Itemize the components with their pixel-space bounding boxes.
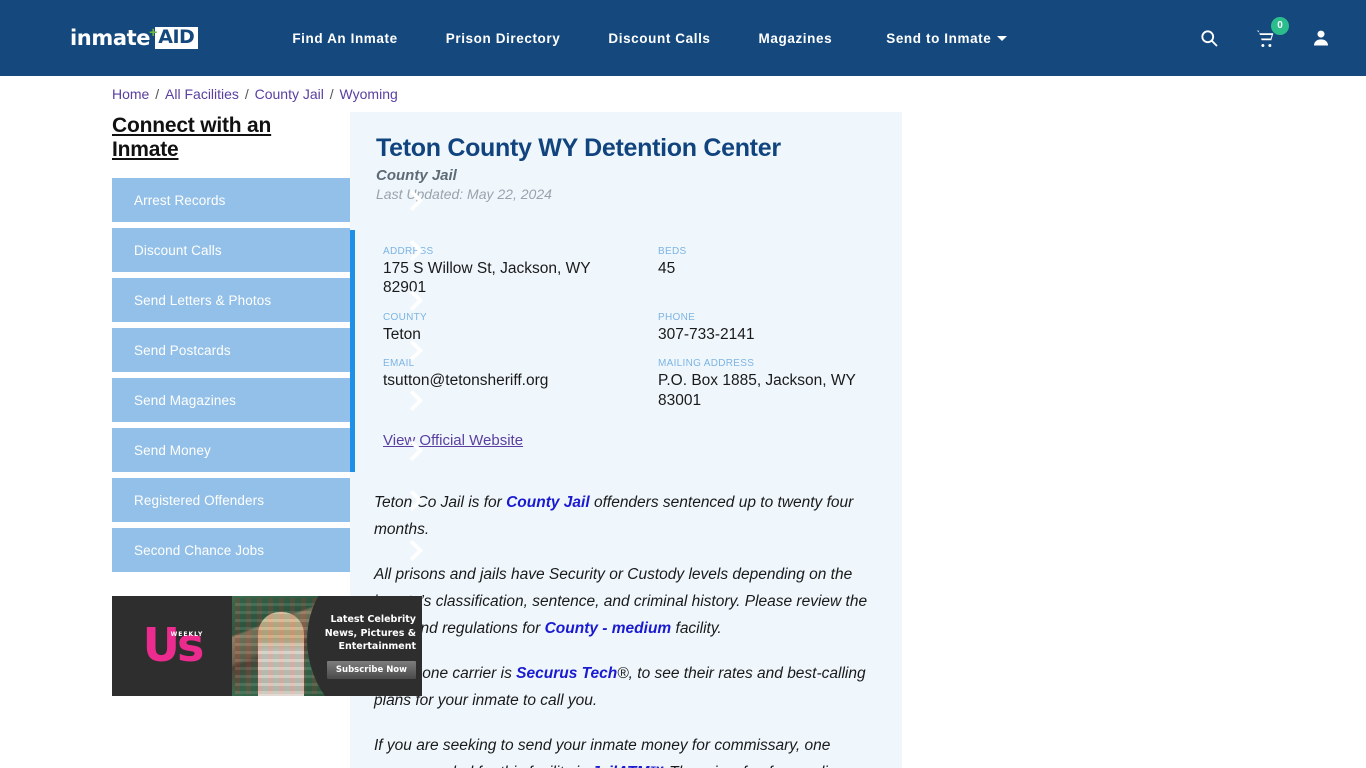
facility-info-grid: ADDRESS 175 S Willow St, Jackson, WY 829… — [383, 246, 876, 410]
desc-registered-mark: ® — [617, 665, 629, 683]
ad-brand-name: Us WEEKLY — [142, 618, 205, 673]
facility-last-updated: Last Updated: May 22, 2024 — [376, 186, 552, 202]
advertisement-banner[interactable]: Us WEEKLY Latest Celebrity News, Pictures… — [112, 596, 422, 696]
ad-headline: Latest Celebrity News, Pictures & Entert… — [324, 613, 416, 653]
info-field-address: ADDRESS 175 S Willow St, Jackson, WY 829… — [383, 246, 658, 298]
ad-subscribe-button[interactable]: Subscribe Now — [326, 661, 416, 680]
nav-prison-directory[interactable]: Prison Directory — [422, 31, 585, 46]
cart-count-badge: 0 — [1271, 17, 1289, 35]
info-field-mailing-address: MAILING ADDRESS P.O. Box 1885, Jackson, … — [658, 358, 876, 410]
nav-magazines[interactable]: Magazines — [735, 31, 857, 46]
desc-highlight-county-jail: County Jail — [506, 493, 590, 511]
nav-label: Find An Inmate — [292, 30, 398, 46]
nav-label: Discount Calls — [608, 30, 711, 46]
info-label: COUNTY — [383, 311, 428, 323]
sidebar: Connect with an Inmate Arrest Records Di… — [0, 76, 434, 768]
page-body: Home / All Facilities / County Jail / Wy… — [0, 76, 1366, 768]
sidebar-title: Connect with an Inmate — [112, 114, 272, 161]
logo-aid: AID — [155, 27, 199, 49]
info-label: MAILING ADDRESS — [658, 358, 755, 370]
cart-icon[interactable]: 0 — [1252, 17, 1289, 51]
breadcrumb-item-wyoming[interactable]: Wyoming — [340, 86, 398, 102]
facility-header: Teton County WY Detention Center County … — [350, 134, 902, 202]
breadcrumb-separator: / — [240, 86, 253, 102]
description-paragraph-1: Teton Co Jail is for County Jail offende… — [374, 490, 878, 543]
description-paragraph-3: The phone carrier is Securus Tech®, to s… — [374, 661, 878, 714]
site-logo[interactable]: inmate + AID — [70, 23, 199, 53]
info-label: EMAIL — [383, 358, 415, 370]
nav-discount-calls[interactable]: Discount Calls — [584, 31, 734, 46]
ad-content: Latest Celebrity News, Pictures & Entert… — [304, 596, 422, 696]
info-value: tsutton@tetonsheriff.org — [383, 372, 549, 390]
description-paragraph-4: If you are seeking to send your inmate m… — [374, 733, 878, 768]
user-account-icon[interactable] — [1308, 25, 1334, 51]
ad-brand-sub: WEEKLY — [170, 631, 204, 639]
facility-card: Teton County WY Detention Center County … — [350, 112, 902, 768]
breadcrumb-item-all-facilities[interactable]: All Facilities — [165, 86, 239, 102]
info-field-email: EMAIL tsutton@tetonsheriff.org — [383, 358, 658, 410]
description-paragraph-2: All prisons and jails have Security or C… — [374, 562, 878, 642]
desc-highlight-jailatm: JailATM™ — [591, 764, 665, 768]
nav-send-to-inmate[interactable]: Send to Inmate — [856, 31, 1031, 46]
info-field-beds: BEDS 45 — [658, 246, 876, 298]
facility-type: County Jail — [376, 167, 457, 184]
nav-label: Magazines — [758, 30, 833, 46]
breadcrumb: Home / All Facilities / County Jail / Wy… — [112, 86, 398, 102]
nav-label: Send to Inmate — [886, 30, 992, 46]
info-value: 307-733-2141 — [658, 325, 755, 343]
ad-brand-logo: Us WEEKLY — [112, 596, 232, 696]
info-value: P.O. Box 1885, Jackson, WY 83001 — [658, 372, 856, 409]
header-actions: 0 — [1196, 17, 1346, 51]
info-label: ADDRESS — [383, 246, 434, 257]
desc-text: Teton Co Jail is for — [374, 493, 507, 511]
info-field-county: COUNTY Teton — [383, 312, 658, 344]
info-value: 175 S Willow St, Jackson, WY 82901 — [383, 260, 591, 297]
facility-info-panel: ADDRESS 175 S Willow St, Jackson, WY 829… — [350, 230, 902, 472]
info-label: PHONE — [658, 311, 696, 323]
page-title: Teton County WY Detention Center — [376, 134, 781, 162]
info-label: BEDS — [658, 246, 687, 257]
breadcrumb-separator: / — [151, 86, 164, 102]
info-value: Teton — [383, 325, 421, 343]
main-content: Teton County WY Detention Center County … — [330, 76, 1366, 768]
logo-word: inmate — [70, 25, 151, 50]
main-navigation: Find An Inmate Prison Directory Discount… — [268, 31, 1196, 46]
breadcrumb-item-home[interactable]: Home — [112, 86, 149, 102]
info-value: 45 — [658, 260, 676, 277]
logo-plus-icon: + — [149, 24, 158, 40]
search-icon[interactable] — [1196, 25, 1222, 51]
chevron-down-icon — [997, 36, 1008, 42]
breadcrumb-separator: / — [325, 86, 338, 102]
nav-find-an-inmate[interactable]: Find An Inmate — [268, 31, 421, 46]
info-field-phone: PHONE 307-733-2141 — [658, 312, 876, 344]
desc-highlight-security-level: County - medium — [544, 619, 672, 637]
desc-highlight-securus-tech: Securus Tech — [516, 665, 618, 683]
breadcrumb-item-county-jail[interactable]: County Jail — [255, 86, 324, 102]
nav-label: Prison Directory — [445, 30, 561, 46]
site-header: inmate + AID Find An Inmate Prison Direc… — [0, 0, 1366, 76]
desc-text: facility. — [671, 619, 722, 637]
facility-description: Teton Co Jail is for County Jail offende… — [350, 472, 902, 768]
